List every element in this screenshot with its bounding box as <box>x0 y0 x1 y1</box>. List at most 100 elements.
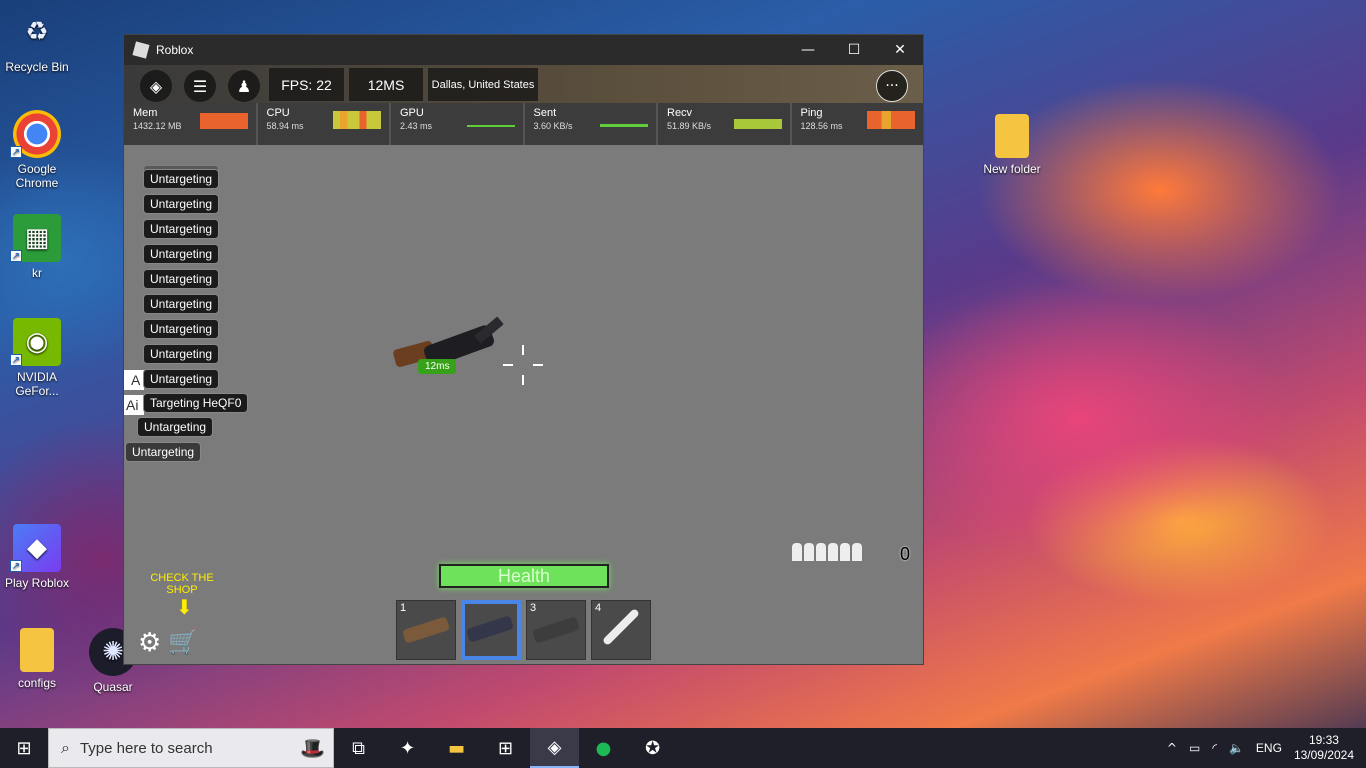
close-button[interactable]: ✕ <box>877 35 923 65</box>
maximize-button[interactable]: ☐ <box>831 35 877 65</box>
slot-number: 4 <box>595 602 602 614</box>
side-fragment: A <box>124 370 144 390</box>
stat-cpu[interactable]: CPU 58.94 ms <box>258 103 391 145</box>
stat-gpu[interactable]: GPU 2.43 ms <box>391 103 525 145</box>
shotgun-icon <box>401 616 451 644</box>
folder-icon: ▬ <box>447 737 465 759</box>
target-log-entry: Untargeting <box>143 219 220 239</box>
copilot-icon: ✦ <box>399 737 416 759</box>
clock-time: 19:33 <box>1308 733 1339 747</box>
avatar-icon: ♟ <box>236 76 252 96</box>
ms-readout: 12MS <box>349 68 423 101</box>
taskbar-store[interactable]: ⊞ <box>481 728 530 768</box>
desktop-icon-label: Recycle Bin <box>5 60 69 74</box>
battery-icon[interactable]: ▭ <box>1189 741 1200 755</box>
settings-gear-icon[interactable]: ⚙ <box>138 628 161 658</box>
hotbar-slot-2[interactable] <box>461 600 521 660</box>
desktop-icon-label: kr <box>32 266 42 280</box>
arrow-down-icon: ⬇ <box>176 595 193 619</box>
search-highlight-icon: 🎩 <box>300 736 325 760</box>
stat-name: GPU <box>400 107 424 119</box>
stat-mem[interactable]: Mem 1432.12 MB <box>124 103 258 145</box>
desktop-icon-new-folder[interactable]: New folder <box>975 114 1049 176</box>
hotbar-slot-3[interactable]: 3 <box>526 600 586 660</box>
slot-number: 3 <box>530 602 537 614</box>
taskbar-roblox[interactable]: ◈ <box>530 728 579 768</box>
clock-date: 13/09/2024 <box>1293 748 1354 762</box>
ping-badge: 12ms <box>418 359 457 374</box>
revolver-icon <box>465 615 515 643</box>
shortcut-arrow-icon: ↗ <box>10 250 22 262</box>
ammo-count: 0 <box>900 544 911 564</box>
taskbar-spotify[interactable]: ● <box>579 728 628 768</box>
target-log-entry: Untargeting <box>143 319 220 339</box>
roblox-logo-icon: ◈ <box>149 76 163 96</box>
desktop-icon-recycle-bin[interactable]: ♻ Recycle Bin <box>0 8 74 74</box>
chevron-up-icon[interactable]: ^ <box>1167 741 1177 755</box>
taskbar-star-app[interactable]: ✪ <box>628 728 677 768</box>
target-log-entry: Untargeting <box>125 442 202 462</box>
desktop-icon-label: New folder <box>983 162 1041 176</box>
stat-recv[interactable]: Recv 51.89 KB/s <box>658 103 792 145</box>
stat-graph <box>199 113 248 129</box>
desktop-icon-label: Quasar <box>93 680 133 694</box>
performance-stats-bar: Mem 1432.12 MB CPU 58.94 ms GPU 2.43 ms … <box>124 103 923 145</box>
folder-icon <box>995 114 1029 158</box>
target-log-entry: Untargeting <box>143 169 220 189</box>
knife-icon <box>601 607 641 647</box>
desktop-icon-kr[interactable]: ▦ ↗ kr <box>0 214 74 280</box>
taskbar: ⊞ ⌕ Type here to search 🎩 ⧉ ✦ ▬ ⊞ ◈ ● ✪ … <box>0 728 1366 768</box>
bullet-icon <box>840 543 850 561</box>
desktop-icon-nvidia[interactable]: ◉ ↗ NVIDIA GeFor... <box>0 318 74 398</box>
stat-sent[interactable]: Sent 3.60 KB/s <box>525 103 658 145</box>
desktop-icon-play-roblox[interactable]: ◆ ↗ Play Roblox <box>0 524 74 590</box>
taskbar-copilot[interactable]: ✦ <box>383 728 432 768</box>
target-log-entry: Untargeting <box>143 269 220 289</box>
stat-name: Recv <box>667 107 693 119</box>
taskbar-file-explorer[interactable]: ▬ <box>432 728 481 768</box>
task-view-icon: ⧉ <box>352 737 365 759</box>
taskbar-search[interactable]: ⌕ Type here to search 🎩 <box>48 728 334 768</box>
clock[interactable]: 19:33 13/09/2024 <box>1294 733 1354 763</box>
language-indicator[interactable]: ENG <box>1256 741 1282 755</box>
desktop-icon-label: Google Chrome <box>15 162 59 190</box>
window-title: Roblox <box>156 43 194 57</box>
minimize-button[interactable]: — <box>785 35 831 65</box>
volume-icon[interactable]: 🔈 <box>1229 741 1244 755</box>
stat-name: Sent <box>533 107 557 119</box>
start-button[interactable]: ⊞ <box>0 728 48 768</box>
windows-logo-icon: ⊞ <box>16 737 32 758</box>
crosshair-icon <box>503 345 543 385</box>
bullet-icon <box>816 543 826 561</box>
store-icon: ⊞ <box>497 737 514 759</box>
window-titlebar[interactable]: Roblox — ☐ ✕ <box>124 35 923 65</box>
fps-readout: FPS: 22 <box>269 68 344 101</box>
target-log-entry: Targeting HeQF0 <box>143 393 249 413</box>
stat-graph <box>733 119 782 129</box>
shop-cart-icon[interactable]: 🛒 <box>168 628 198 656</box>
target-log-entry: Untargeting <box>143 344 220 364</box>
hotbar-slot-4[interactable]: 4 <box>591 600 651 660</box>
roblox-menu-button[interactable]: ◈ <box>140 70 172 102</box>
task-view-button[interactable]: ⧉ <box>334 728 383 768</box>
side-fragment: Ai <box>124 395 144 415</box>
shortcut-arrow-icon: ↗ <box>10 146 22 158</box>
desktop-icon-configs[interactable]: configs <box>0 628 74 690</box>
search-icon: ⌕ <box>61 738 70 757</box>
stat-ping[interactable]: Ping 128.56 ms <box>792 103 924 145</box>
stat-graph <box>600 124 648 127</box>
game-viewport[interactable]: Untargeting Untargeting Untargeting Unta… <box>124 145 923 664</box>
search-placeholder: Type here to search <box>79 739 213 757</box>
desktop-icon-chrome[interactable]: ↗ Google Chrome <box>0 110 74 190</box>
stat-graph <box>867 111 915 129</box>
target-log-entry: Untargeting <box>143 294 220 314</box>
network-icon[interactable]: ◜ <box>1212 741 1217 755</box>
hotbar-slot-1[interactable]: 1 <box>396 600 456 660</box>
target-log-entry: Untargeting <box>137 417 214 437</box>
chat-button[interactable]: ☰ <box>184 70 216 102</box>
backpack-button[interactable]: ♟ <box>228 70 260 102</box>
slot-number: 1 <box>400 602 407 614</box>
recycle-bin-icon: ♻ <box>25 17 49 47</box>
shortcut-arrow-icon: ↗ <box>10 560 22 572</box>
more-options-button[interactable]: ··· <box>876 70 908 102</box>
